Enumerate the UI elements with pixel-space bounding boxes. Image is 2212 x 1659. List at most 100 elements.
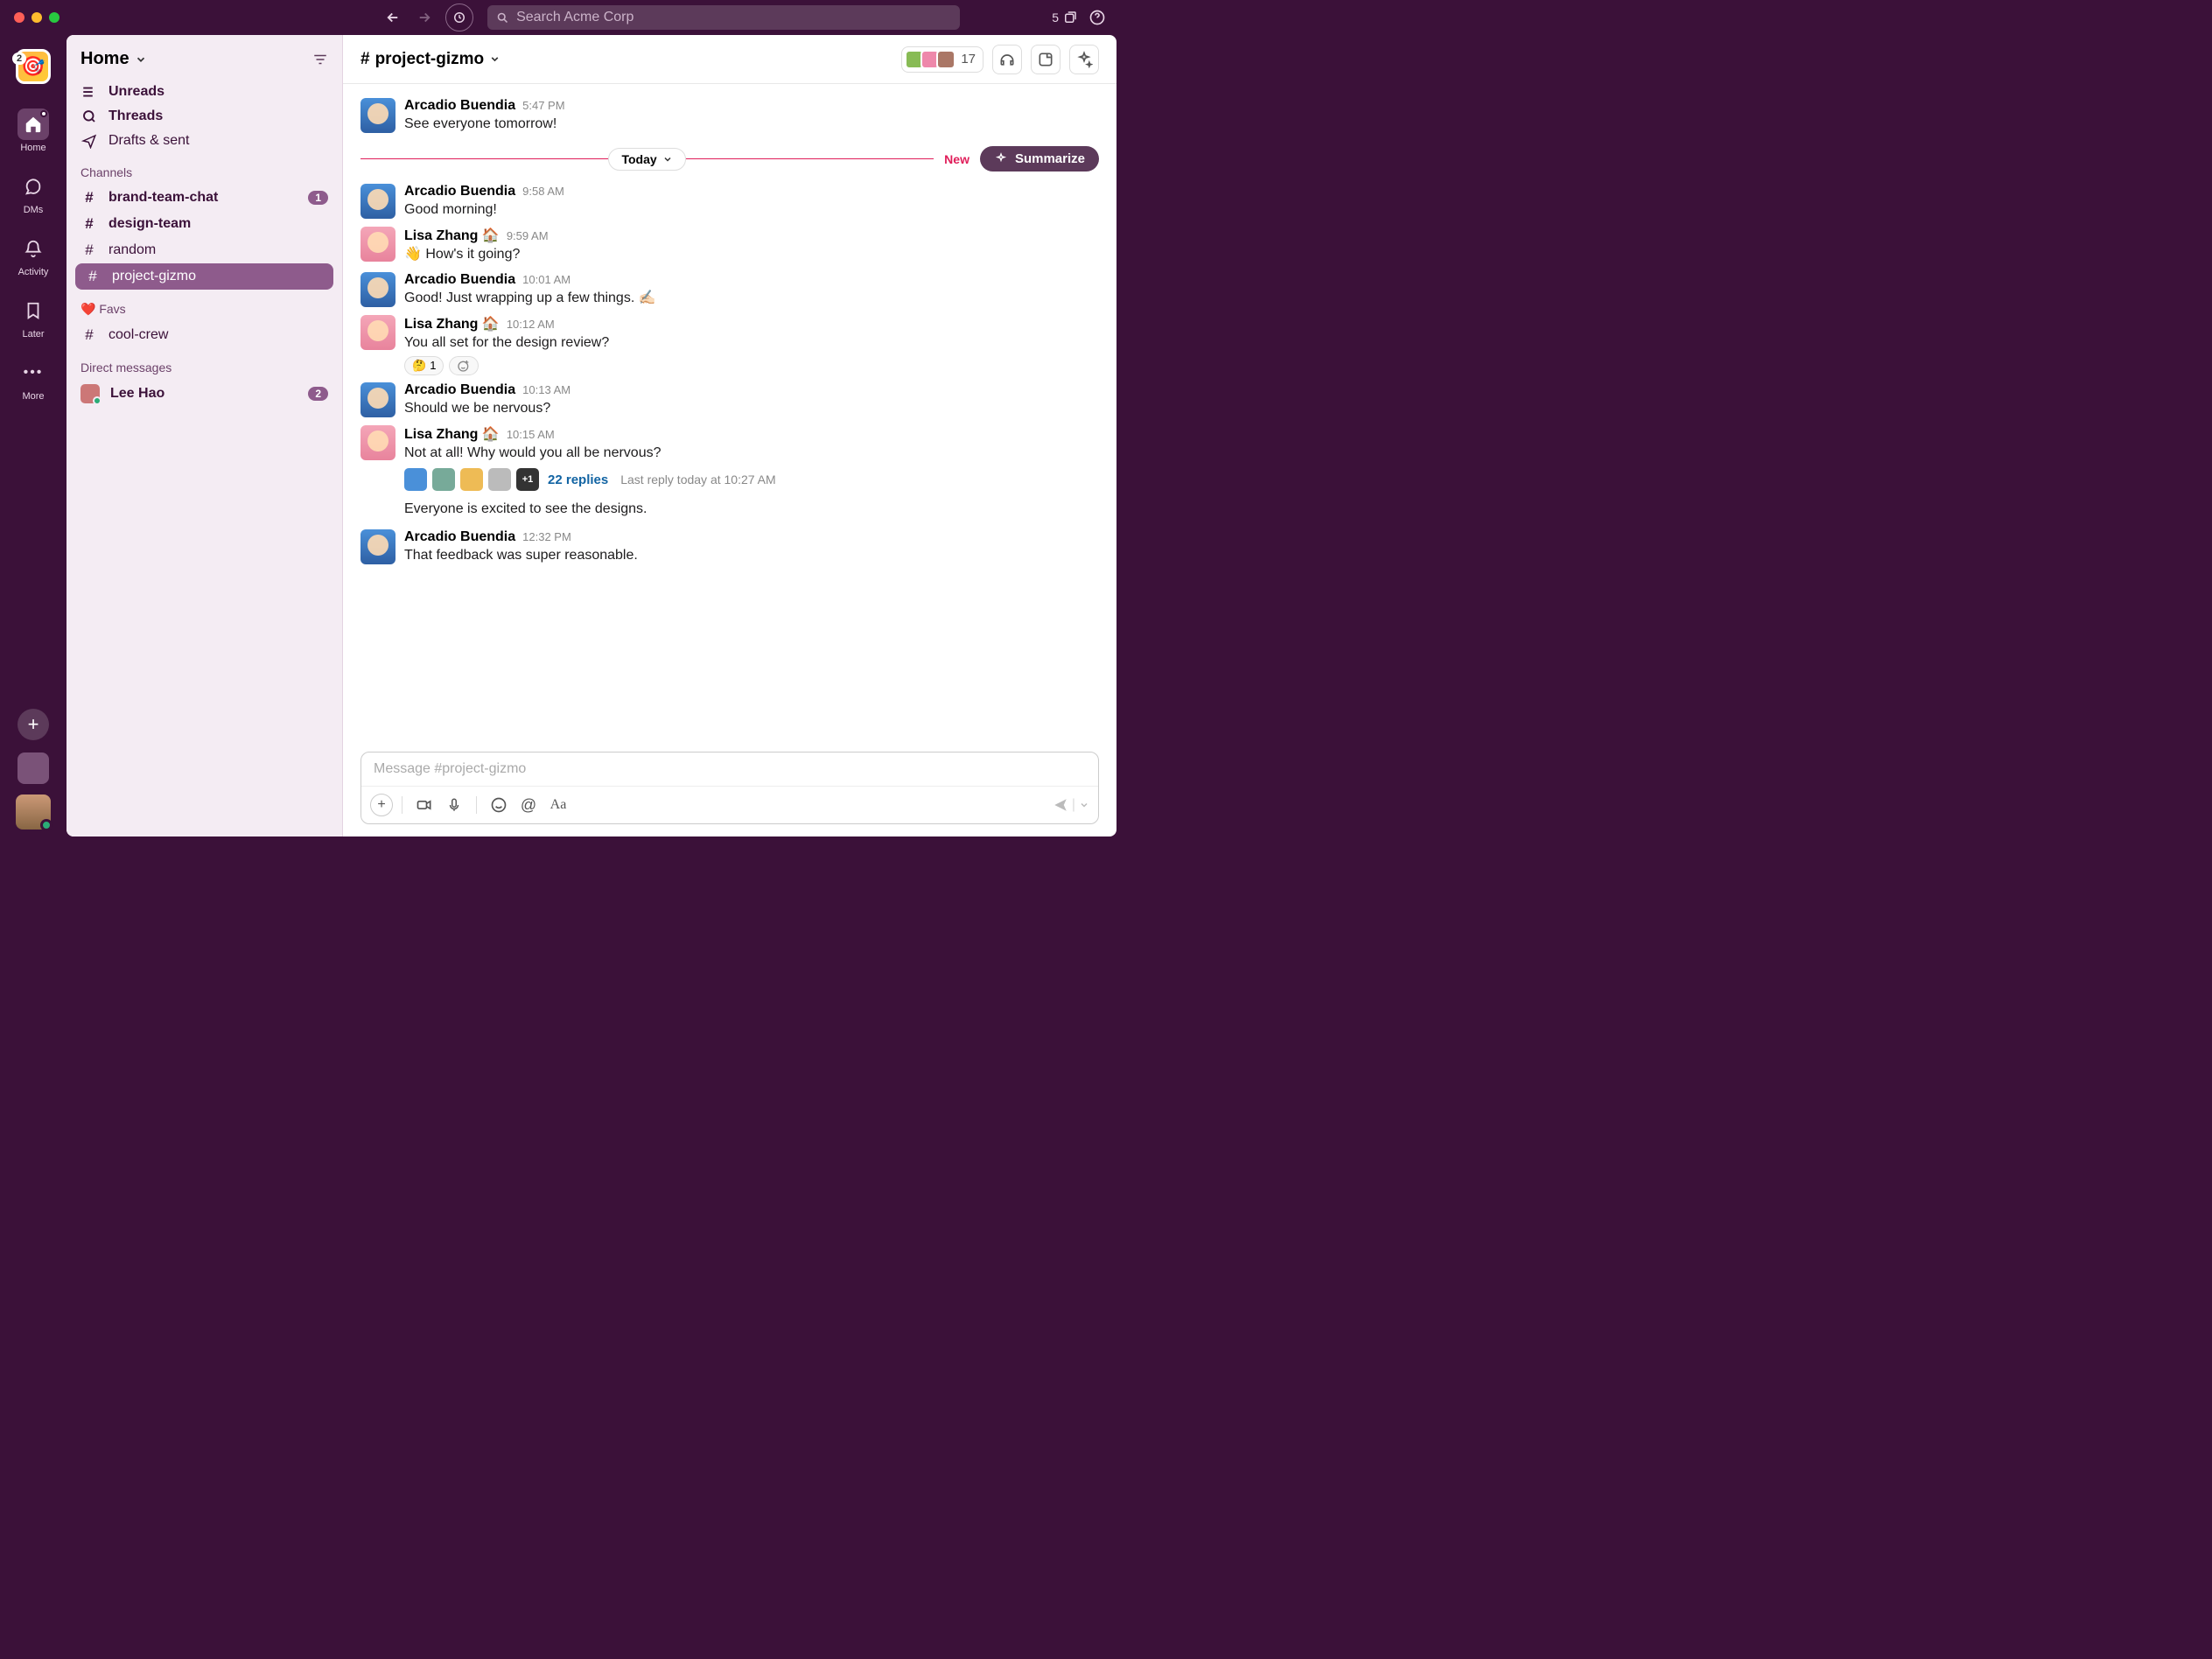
drafts-row[interactable]: Drafts & sent	[66, 129, 342, 153]
members-button[interactable]: 17	[901, 46, 984, 73]
add-reaction-button[interactable]	[449, 356, 479, 375]
message-author[interactable]: Arcadio Buendia	[404, 529, 515, 545]
maximize-window[interactable]	[49, 12, 60, 23]
date-divider[interactable]: Today	[608, 148, 685, 171]
message-time: 12:32 PM	[522, 530, 571, 543]
channel-row-random[interactable]: #random	[66, 237, 342, 263]
channels-section-label[interactable]: Channels	[66, 153, 342, 185]
message-author[interactable]: Lisa Zhang 🏠	[404, 425, 500, 443]
unreads-row[interactable]: Unreads	[66, 80, 342, 104]
message-text: Should we be nervous?	[404, 398, 1099, 418]
format-button[interactable]: Aa	[545, 792, 571, 818]
close-window[interactable]	[14, 12, 24, 23]
rail-dms[interactable]: DMs	[9, 164, 58, 222]
composer-input[interactable]: Message #project-gizmo	[361, 752, 1098, 786]
dm-row[interactable]: Lee Hao 2	[66, 380, 342, 408]
message[interactable]: Arcadio Buendia5:47 PMSee everyone tomor…	[360, 94, 1099, 137]
message[interactable]: Lisa Zhang 🏠9:59 AM👋 How's it going?	[360, 223, 1099, 268]
channel-row-project-gizmo[interactable]: #project-gizmo	[75, 263, 333, 290]
secondary-avatar[interactable]	[18, 752, 49, 784]
hash-icon: #	[84, 268, 102, 285]
channel-row-brand-team-chat[interactable]: #brand-team-chat1	[66, 185, 342, 211]
message[interactable]: Arcadio Buendia12:32 PMThat feedback was…	[360, 526, 1099, 569]
thread-summary[interactable]: +122 repliesLast reply today at 10:27 AM	[404, 468, 1099, 491]
thread-avatar	[460, 468, 483, 491]
attach-button[interactable]: +	[370, 794, 393, 816]
channel-badge: 1	[308, 191, 328, 205]
search-input[interactable]: Search Acme Corp	[487, 5, 960, 30]
filter-button[interactable]	[312, 52, 328, 67]
message-avatar[interactable]	[360, 98, 396, 133]
channel-row-design-team[interactable]: #design-team	[66, 211, 342, 237]
message-avatar[interactable]	[360, 315, 396, 350]
search-placeholder: Search Acme Corp	[516, 10, 634, 25]
message[interactable]: Arcadio Buendia 9:58 AM Good morning!	[360, 180, 1099, 223]
history-button[interactable]	[445, 4, 473, 32]
hash-icon: #	[360, 50, 370, 69]
rail-activity[interactable]: Activity	[9, 226, 58, 284]
dm-avatar	[80, 384, 100, 403]
message-time: 9:58 AM	[522, 185, 564, 198]
help-button[interactable]	[1088, 9, 1106, 26]
rail-later[interactable]: Later	[9, 288, 58, 346]
message-avatar[interactable]	[360, 227, 396, 262]
channel-name-button[interactable]: # project-gizmo	[360, 50, 500, 69]
message-time: 10:13 AM	[522, 383, 570, 396]
threads-row[interactable]: Threads	[66, 104, 342, 129]
message-author[interactable]: Lisa Zhang 🏠	[404, 227, 500, 244]
reaction[interactable]: 🤔 1	[404, 356, 444, 375]
chevron-down-icon	[489, 53, 500, 65]
message-avatar[interactable]	[360, 529, 396, 564]
huddle-button[interactable]	[992, 45, 1022, 74]
message-author[interactable]: Arcadio Buendia	[404, 98, 515, 114]
emoji-button[interactable]	[486, 792, 512, 818]
presence-indicator	[40, 819, 52, 831]
mention-button[interactable]: @	[515, 792, 542, 818]
hash-icon: #	[80, 242, 98, 259]
rail-home[interactable]: Home	[9, 102, 58, 160]
fav-channel-row[interactable]: # cool-crew	[66, 322, 342, 348]
member-avatar	[936, 50, 956, 69]
message-text: See everyone tomorrow!	[404, 114, 1099, 134]
dm-badge: 2	[308, 387, 328, 401]
message-author[interactable]: Lisa Zhang 🏠	[404, 315, 500, 332]
thread-last-reply: Last reply today at 10:27 AM	[620, 472, 775, 486]
message-text: You all set for the design review?	[404, 332, 1099, 353]
message[interactable]: Arcadio Buendia10:01 AMGood! Just wrappi…	[360, 269, 1099, 312]
message[interactable]: Lisa Zhang 🏠10:15 AMNot at all! Why woul…	[360, 422, 1099, 501]
message-avatar[interactable]	[360, 425, 396, 460]
canvas-button[interactable]	[1031, 45, 1060, 74]
rail-more[interactable]: ••• More	[9, 350, 58, 409]
ai-button[interactable]	[1069, 45, 1099, 74]
nav-forward-button[interactable]	[410, 4, 438, 32]
window-count[interactable]: 5	[1052, 10, 1078, 25]
message-author[interactable]: Arcadio Buendia	[404, 272, 515, 288]
chevron-down-icon	[1079, 800, 1089, 810]
video-button[interactable]	[411, 792, 438, 818]
nav-back-button[interactable]	[379, 4, 407, 32]
message-avatar[interactable]	[360, 382, 396, 417]
message-author[interactable]: Arcadio Buendia	[404, 382, 515, 398]
thread-avatar	[432, 468, 455, 491]
message-time: 10:15 AM	[507, 428, 555, 441]
user-avatar[interactable]	[16, 794, 51, 830]
summarize-button[interactable]: Summarize	[980, 146, 1099, 172]
dms-section-label[interactable]: Direct messages	[66, 348, 342, 380]
message-text: Good morning!	[404, 200, 1099, 220]
favs-section-label[interactable]: ❤️ Favs	[66, 290, 342, 322]
send-button[interactable]: |	[1053, 797, 1089, 813]
window-controls[interactable]	[14, 12, 60, 23]
sidebar-title[interactable]: Home	[80, 49, 130, 69]
message-composer[interactable]: Message #project-gizmo + @ Aa |	[360, 752, 1099, 824]
message[interactable]: Lisa Zhang 🏠10:12 AMYou all set for the …	[360, 312, 1099, 379]
message-avatar[interactable]	[360, 184, 396, 219]
compose-button[interactable]: +	[18, 709, 49, 740]
workspace-badge: 2	[12, 52, 26, 65]
minimize-window[interactable]	[32, 12, 42, 23]
message-author[interactable]: Arcadio Buendia	[404, 184, 515, 200]
thread-avatar	[404, 468, 427, 491]
message[interactable]: Arcadio Buendia 10:13 AM Should we be nerv…	[360, 379, 1099, 422]
thread-replies-link[interactable]: 22 replies	[548, 472, 608, 487]
audio-button[interactable]	[441, 792, 467, 818]
message-avatar[interactable]	[360, 272, 396, 307]
